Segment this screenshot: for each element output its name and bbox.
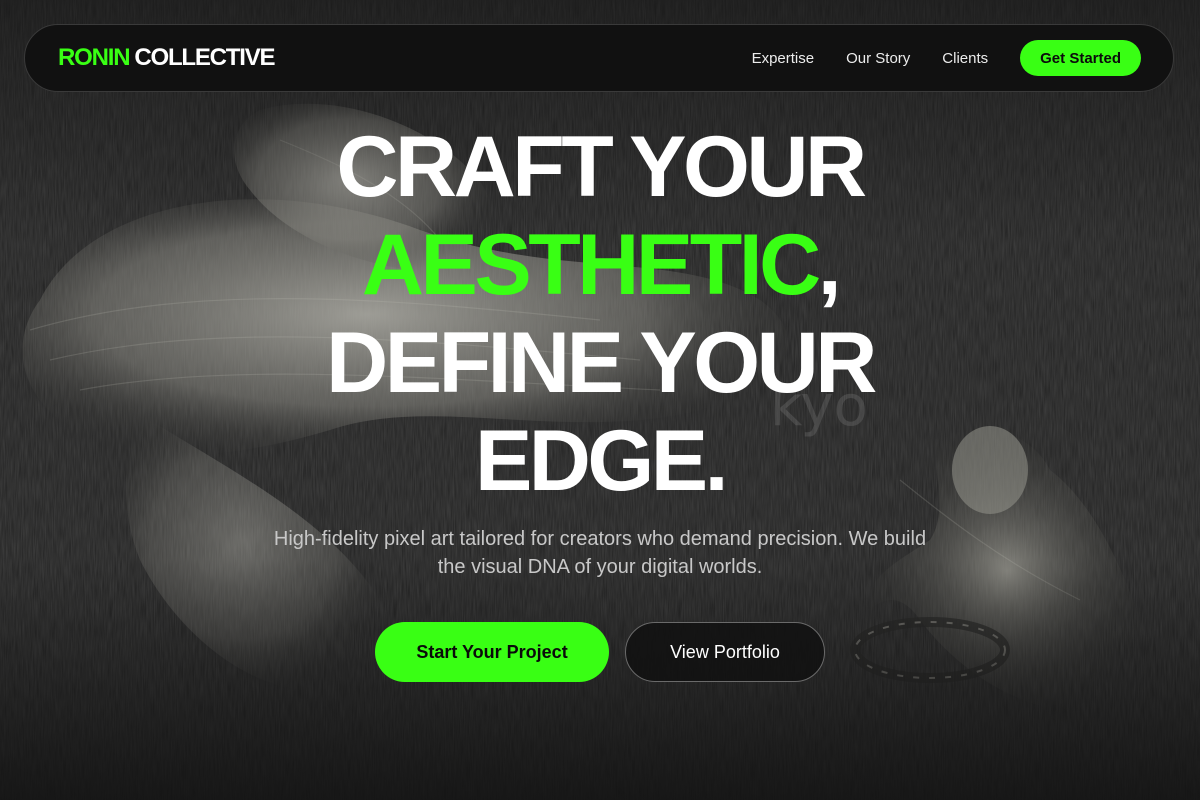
- hero-subtitle: High-fidelity pixel art tailored for cre…: [273, 528, 927, 578]
- get-started-button[interactable]: Get Started: [1020, 40, 1141, 76]
- start-your-project-button[interactable]: Start Your Project: [375, 622, 609, 682]
- nav-link-our-story[interactable]: Our Story: [846, 50, 910, 67]
- hero-title-line-4: EDGE.: [474, 413, 729, 509]
- brand-name-accent: RONIN: [58, 44, 131, 71]
- hero-title-line-1: CRAFT YOUR: [336, 119, 867, 215]
- nav-link-expertise[interactable]: Expertise: [752, 50, 815, 67]
- landing-page: kyo RONIN COLLECTIVE Expertise Our Story…: [0, 0, 1200, 800]
- nav-links: Expertise Our Story Clients Get Started: [752, 40, 1141, 76]
- hero-title-line-3: DEFINE YOUR: [326, 315, 877, 411]
- hero-title: CRAFT YOUR AESTHETIC, DEFINE YOUR EDGE.: [0, 118, 1200, 510]
- brand-name-main: COLLECTIVE: [134, 44, 275, 71]
- hero-title-accent: AESTHETIC: [361, 217, 821, 313]
- hero-actions: Start Your Project View Portfolio: [0, 622, 1200, 682]
- brand-logo[interactable]: RONIN COLLECTIVE: [58, 44, 276, 72]
- top-navbar: RONIN COLLECTIVE Expertise Our Story Cli…: [24, 24, 1174, 92]
- nav-link-clients[interactable]: Clients: [942, 50, 988, 67]
- hero-title-comma: ,: [817, 217, 842, 313]
- hero-title-line-2: AESTHETIC,: [0, 216, 1200, 314]
- view-portfolio-button[interactable]: View Portfolio: [625, 622, 825, 682]
